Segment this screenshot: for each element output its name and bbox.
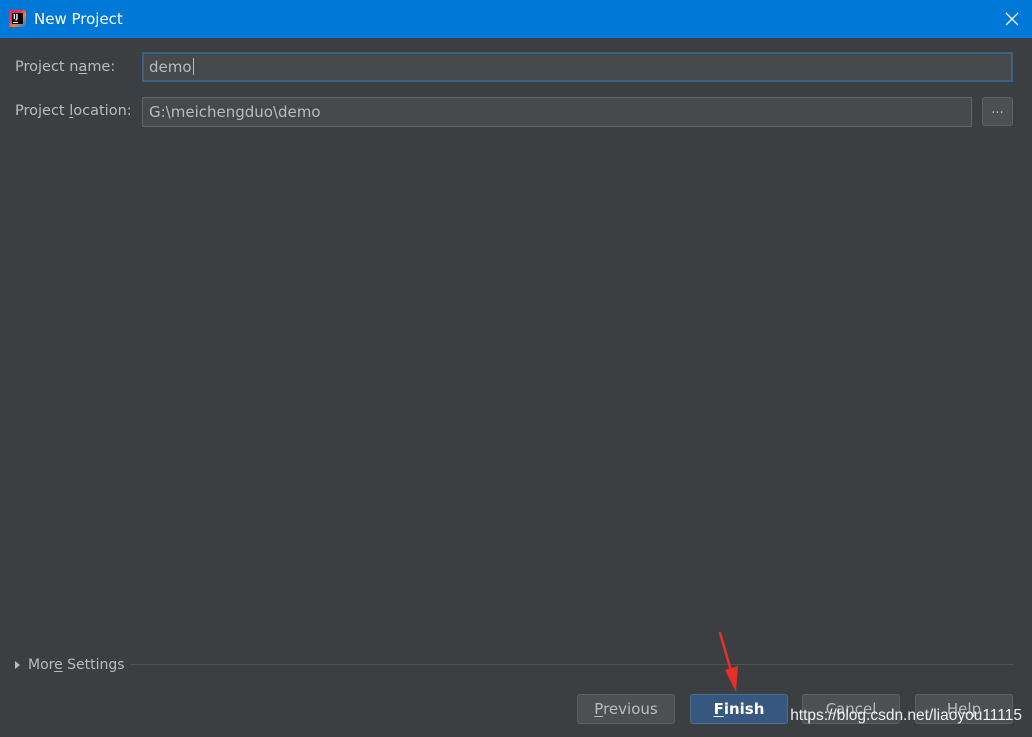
close-icon[interactable] [1000,7,1024,31]
project-name-input[interactable]: demo [142,52,1013,82]
project-location-label: Project location: [15,103,132,119]
window-title: New Project [34,10,123,28]
finish-button[interactable]: Finish [690,694,788,724]
project-name-label: Project name: [15,59,116,75]
triangle-right-icon [15,661,20,669]
more-settings-label: More Settings [28,657,125,673]
previous-button[interactable]: Previous [577,694,675,724]
more-settings-toggle[interactable]: More Settings [15,655,125,675]
project-location-input[interactable]: G:\meichengduo\demo [142,97,972,127]
project-name-value: demo [149,58,192,76]
app-icon-text: IJ [13,13,19,21]
intellij-idea-icon: IJ [9,10,26,27]
cancel-button[interactable]: Cancel [802,694,900,724]
text-caret [192,58,194,75]
red-arrow-icon [718,631,738,692]
title-bar: IJ New Project [0,0,1032,38]
project-location-value: G:\meichengduo\demo [149,103,321,121]
settings-divider [131,664,1013,665]
browse-button[interactable]: ... [982,97,1013,126]
help-button[interactable]: Help [915,694,1013,724]
